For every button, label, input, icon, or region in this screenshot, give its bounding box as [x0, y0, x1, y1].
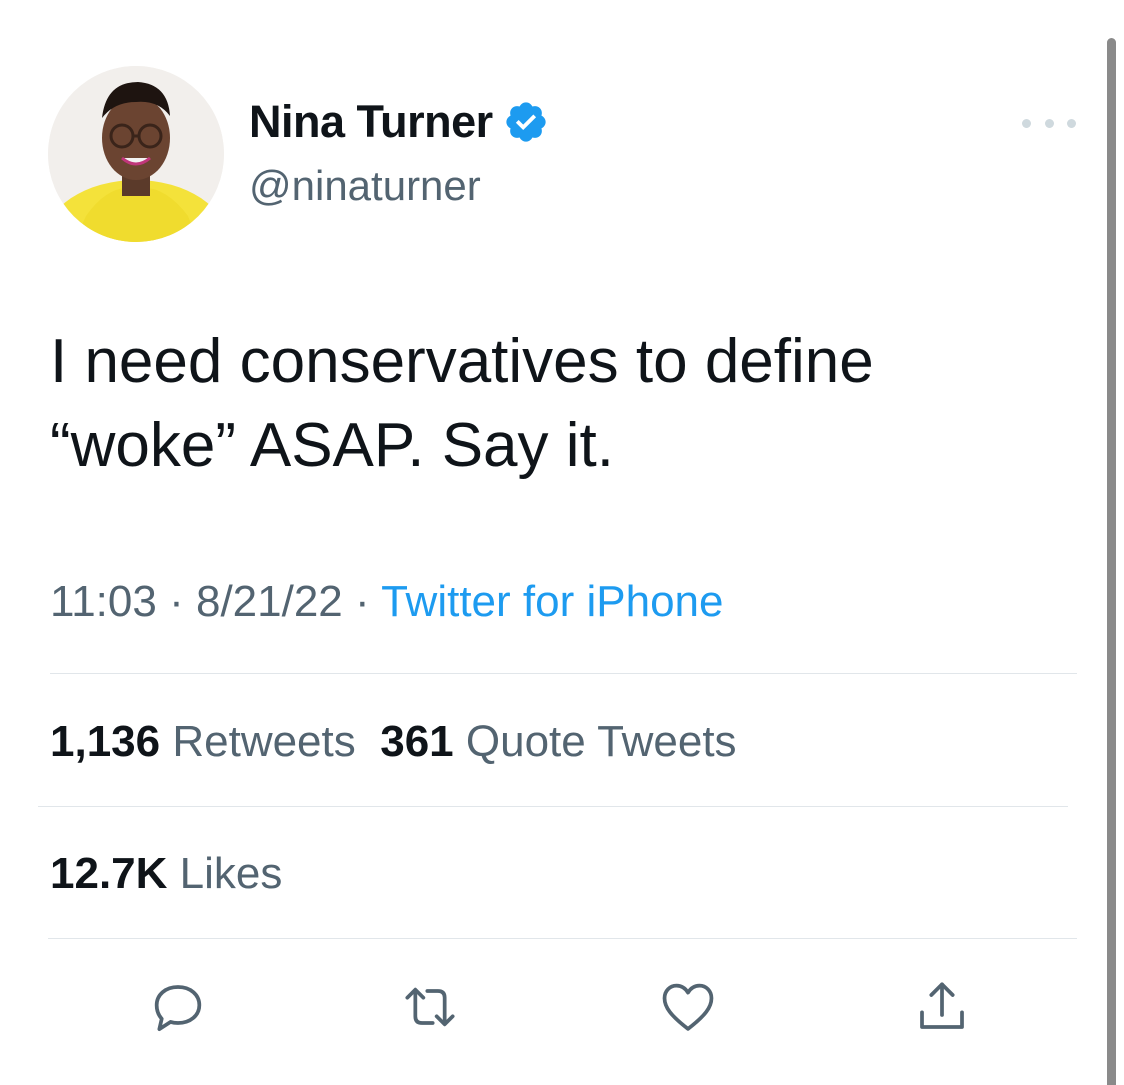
avatar[interactable] [48, 66, 224, 242]
tweet-meta: 11:03 · 8/21/22 · Twitter for iPhone [50, 574, 723, 630]
divider [50, 673, 1077, 674]
avatar-photo [48, 66, 224, 242]
more-icon[interactable] [1022, 108, 1076, 138]
display-name[interactable]: Nina Turner [249, 92, 493, 152]
retweets-count: 1,136 [50, 717, 161, 766]
tweet-date[interactable]: 8/21/22 [196, 577, 343, 626]
engagement-stats: 1,136 Retweets 361 Quote Tweets [50, 714, 737, 770]
user-handle[interactable]: @ninaturner [249, 160, 481, 212]
more-dot [1022, 118, 1031, 128]
meta-separator: · [355, 577, 370, 626]
scrollbar[interactable] [1107, 38, 1116, 1085]
retweets-stat[interactable]: 1,136 Retweets [50, 717, 356, 766]
verified-badge-icon [503, 99, 549, 145]
action-bar [0, 975, 1124, 1045]
quote-tweets-stat[interactable]: 361 Quote Tweets [380, 717, 736, 766]
divider [48, 938, 1077, 939]
likes-count: 12.7K [50, 849, 168, 898]
heart-icon[interactable] [656, 975, 720, 1039]
tweet-source-link[interactable]: Twitter for iPhone [381, 577, 723, 626]
tweet-time[interactable]: 11:03 [50, 577, 157, 626]
quote-tweets-count: 361 [380, 717, 454, 766]
retweet-icon[interactable] [398, 975, 462, 1039]
author-name-row[interactable]: Nina Turner [249, 92, 549, 152]
meta-separator: · [169, 577, 184, 626]
more-dot [1044, 118, 1054, 128]
tweet-text: I need conservatives to define “woke” AS… [50, 327, 874, 480]
likes-stat[interactable]: 12.7K Likes [50, 849, 282, 898]
more-dot [1067, 118, 1076, 128]
likes-label: Likes [179, 849, 283, 898]
reply-icon[interactable] [146, 975, 210, 1039]
retweets-label: Retweets [172, 717, 356, 766]
share-icon[interactable] [910, 975, 974, 1039]
likes-stats: 12.7K Likes [50, 846, 282, 902]
divider [38, 806, 1068, 807]
quote-tweets-label: Quote Tweets [465, 717, 737, 766]
